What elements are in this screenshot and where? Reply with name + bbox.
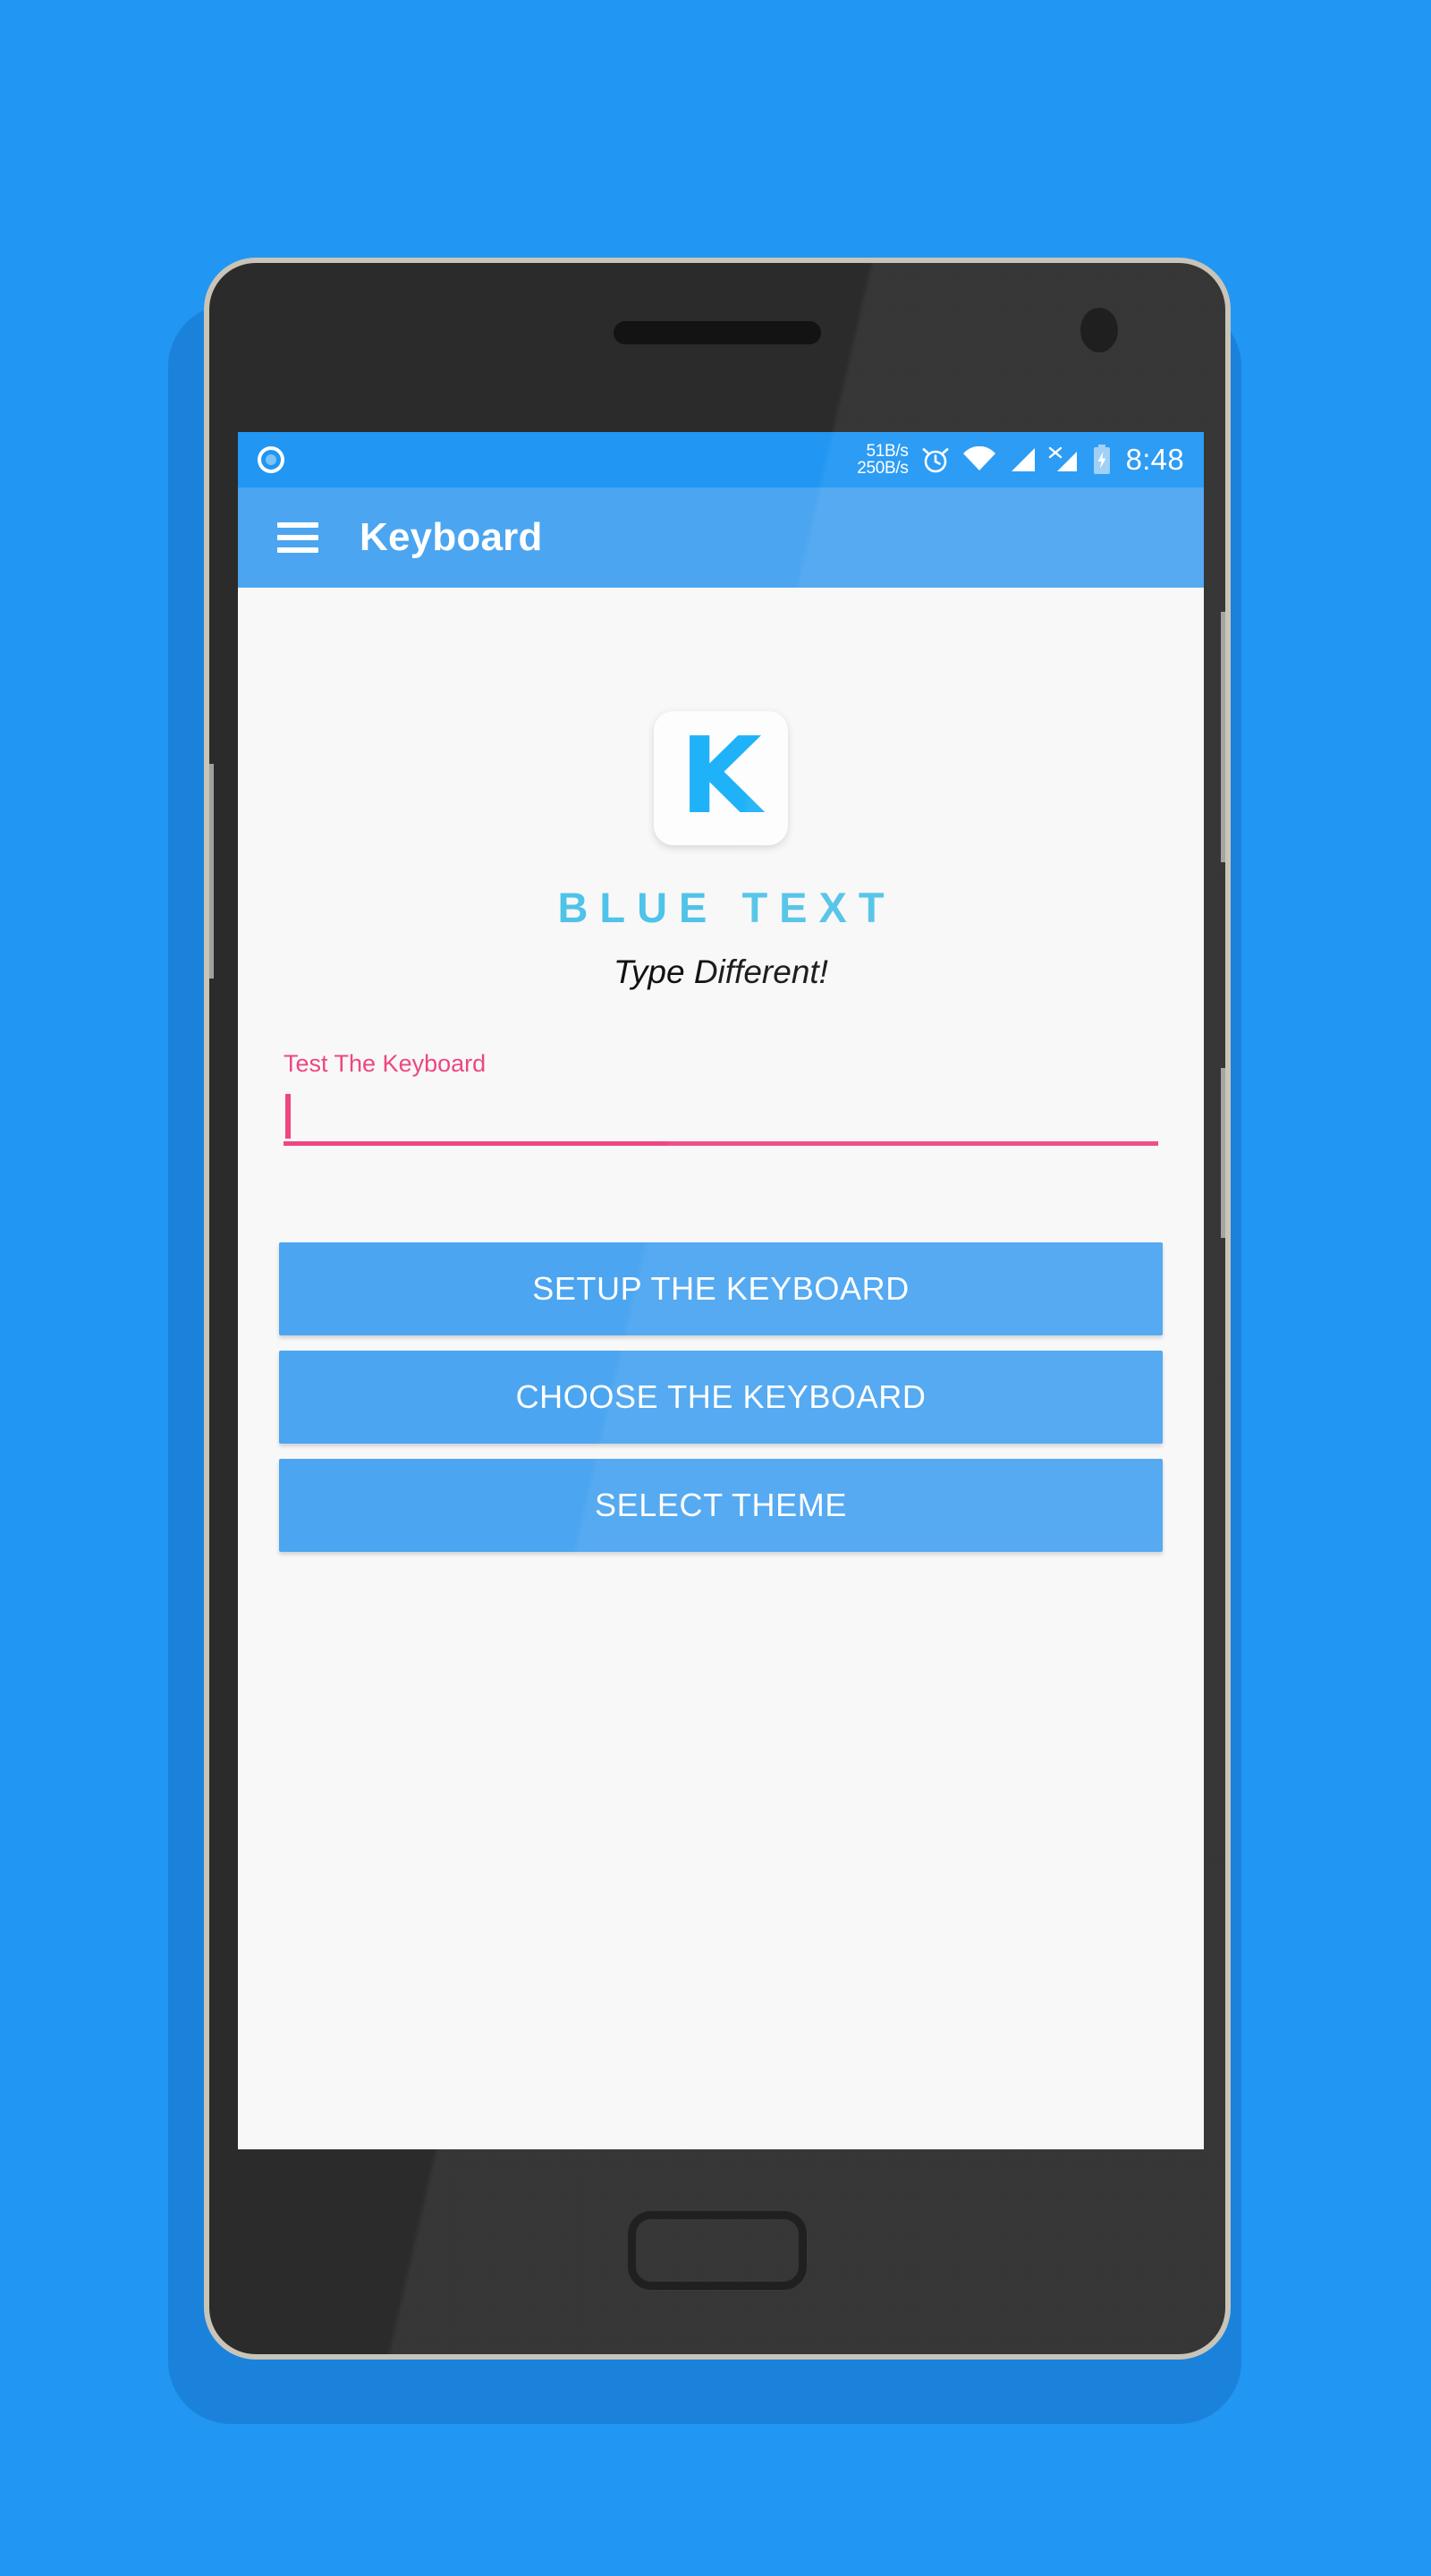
circle-notification-icon [258, 446, 284, 473]
test-keyboard-field-block: Test The Keyboard [279, 1050, 1163, 1146]
signal-bars-icon [1008, 446, 1037, 473]
phone-device: 51B/s 250B/s 8:48 Keyboard K BLUE TEXT T… [0, 0, 1431, 2576]
phone-screen: 51B/s 250B/s 8:48 Keyboard K BLUE TEXT T… [238, 432, 1204, 2149]
test-keyboard-input[interactable] [284, 1089, 1158, 1141]
net-speed-down: 250B/s [857, 459, 909, 478]
choose-the-keyboard-button[interactable]: CHOOSE THE KEYBOARD [279, 1351, 1163, 1444]
wifi-icon [962, 446, 996, 473]
status-bar-clock: 8:48 [1125, 443, 1184, 476]
signal-no-service-icon [1048, 446, 1080, 473]
main-content: K BLUE TEXT Type Different! Test The Key… [238, 588, 1204, 2149]
test-keyboard-input-underline [284, 1089, 1158, 1146]
alarm-clock-icon [920, 445, 951, 475]
select-theme-button[interactable]: SELECT THEME [279, 1459, 1163, 1552]
text-caret [285, 1094, 291, 1139]
brand-tagline: Type Different! [614, 953, 828, 990]
page-title: Keyboard [360, 515, 543, 559]
hamburger-menu-icon[interactable] [277, 522, 318, 553]
device-body: 51B/s 250B/s 8:48 Keyboard K BLUE TEXT T… [204, 258, 1231, 2360]
home-button[interactable] [628, 2211, 807, 2290]
earpiece-speaker [614, 321, 821, 344]
volume-rocker-key[interactable] [209, 764, 214, 979]
app-bar: Keyboard [238, 487, 1204, 588]
app-logo-icon: K [654, 711, 788, 845]
net-speed-up: 51B/s [866, 442, 909, 461]
setup-the-keyboard-button[interactable]: SETUP THE KEYBOARD [279, 1242, 1163, 1335]
power-key[interactable] [1221, 612, 1225, 862]
brand-name: BLUE TEXT [557, 884, 896, 931]
front-camera-icon [1080, 308, 1118, 352]
app-logo-letter: K [680, 714, 762, 837]
app-logo-wrapper: K [279, 588, 1163, 845]
status-bar: 51B/s 250B/s 8:48 [238, 432, 1204, 487]
test-keyboard-label: Test The Keyboard [284, 1050, 487, 1077]
action-button-group: SETUP THE KEYBOARD CHOOSE THE KEYBOARD S… [279, 1242, 1163, 1552]
secondary-side-key[interactable] [1221, 1068, 1225, 1238]
battery-charging-icon [1092, 445, 1112, 475]
network-speed-indicator: 51B/s 250B/s [857, 442, 909, 478]
